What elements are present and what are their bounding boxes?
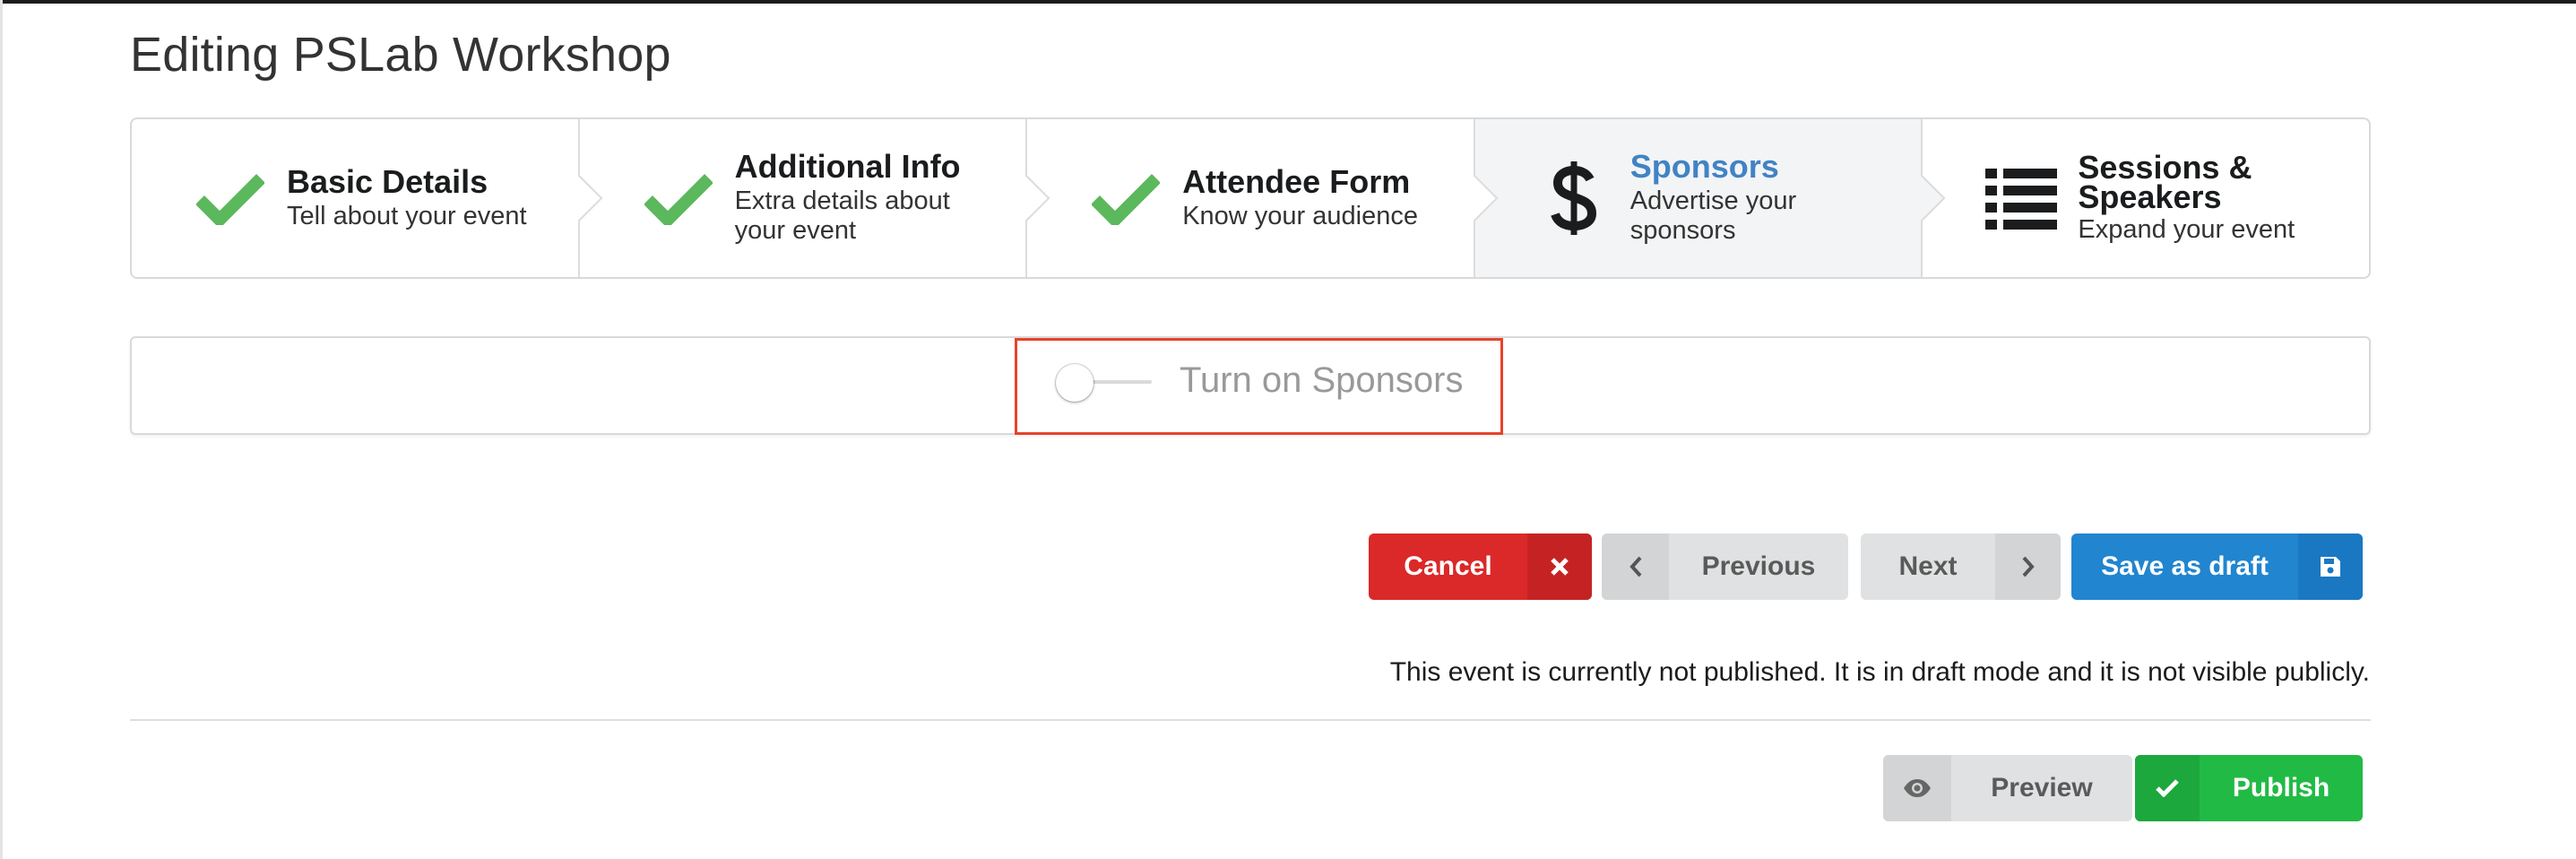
list-icon (1981, 158, 2062, 239)
close-icon (1527, 534, 1592, 600)
step-description: Expand your event (2078, 214, 2295, 244)
publish-button[interactable]: Publish (2135, 755, 2363, 821)
eye-icon (1883, 755, 1951, 821)
step-title: Attendee Form (1182, 162, 1411, 200)
check-icon (638, 158, 719, 239)
sponsors-toggle-label[interactable]: Turn on Sponsors (1180, 360, 1463, 401)
cancel-button[interactable]: Cancel (1369, 534, 1592, 600)
wizard-steps: Basic Details Tell about your event Addi… (130, 117, 2371, 279)
top-border (0, 0, 2576, 4)
check-icon (190, 158, 271, 239)
chevron-left-icon (1602, 534, 1669, 600)
step-description: Tell about your event (287, 201, 527, 230)
page-title: Editing PSLab Workshop (130, 28, 671, 82)
dollar-icon (1534, 158, 1614, 239)
save-draft-label: Save as draft (2101, 551, 2269, 581)
preview-button[interactable]: Preview (1883, 755, 2132, 821)
save-draft-button[interactable]: Save as draft (2071, 534, 2363, 600)
step-description: Know your audience (1182, 201, 1418, 230)
preview-label: Preview (1991, 773, 2093, 803)
cancel-label: Cancel (1404, 551, 1492, 581)
step-basic-details[interactable]: Basic Details Tell about your event (132, 119, 603, 277)
check-icon (1085, 158, 1166, 239)
step-description: Extra details about your event (734, 187, 950, 245)
left-border (0, 0, 3, 859)
step-description: Advertise your sponsors (1629, 187, 1797, 245)
save-icon (2298, 534, 2363, 600)
previous-button[interactable]: Previous (1602, 534, 1848, 600)
publish-label: Publish (2232, 773, 2330, 803)
next-label: Next (1898, 551, 1958, 581)
divider (130, 719, 2371, 721)
sponsors-toggle[interactable] (1056, 364, 1094, 402)
step-title: Basic Details (287, 162, 488, 200)
step-sessions-speakers[interactable]: Sessions & Speakers Expand your event (1921, 119, 2369, 277)
step-sponsors[interactable]: Sponsors Advertise your sponsors (1473, 119, 1946, 277)
step-title: Additional Info (734, 148, 961, 185)
step-additional-info[interactable]: Additional Info Extra details about your… (577, 119, 1050, 277)
step-attendee-form[interactable]: Attendee Form Know your audience (1025, 119, 1499, 277)
next-button[interactable]: Next (1861, 534, 2061, 600)
chevron-right-icon (1995, 534, 2061, 600)
step-title: Sessions & Speakers (2078, 148, 2252, 215)
check-icon (2135, 755, 2200, 821)
step-title: Sponsors (1629, 148, 1779, 185)
publish-status-note: This event is currently not published. I… (1389, 657, 2370, 687)
previous-label: Previous (1701, 551, 1816, 581)
